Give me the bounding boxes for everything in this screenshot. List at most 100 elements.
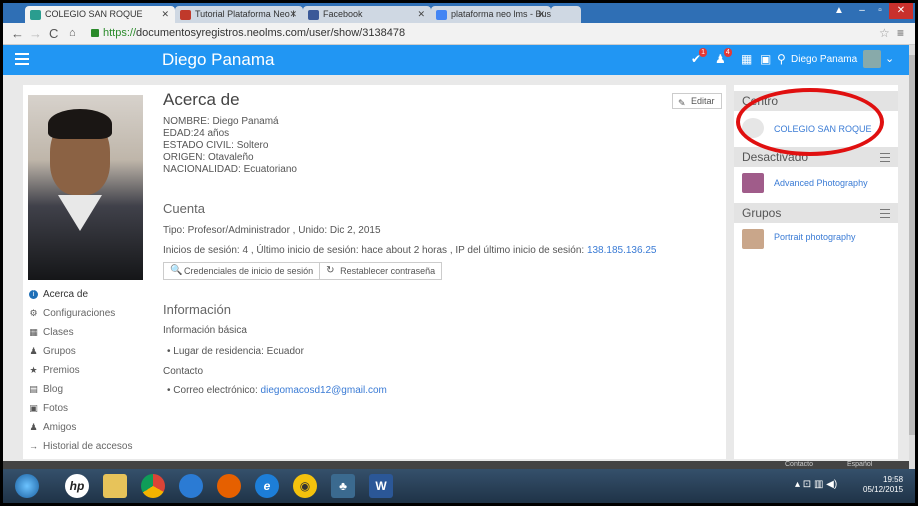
tray-icons[interactable]: ▴ ⊡ ▥ ◀) — [795, 479, 837, 490]
edit-button[interactable]: ✎ Editar — [672, 93, 722, 109]
media-player-icon[interactable]: ◉ — [293, 474, 317, 498]
footer-language[interactable]: Español — [847, 461, 872, 469]
edit-label: Editar — [691, 96, 715, 106]
clock-time: 19:58 — [883, 475, 904, 484]
reload-icon[interactable]: C — [49, 26, 58, 41]
browser-tab-tutorial[interactable]: Tutorial Plataforma Neo I ✕ — [175, 6, 303, 23]
sidebar-item-blog[interactable]: ▤ Blog — [23, 380, 148, 399]
sidebar-item-label: Historial de accesos — [43, 441, 133, 452]
arrow-right-icon: → — [29, 441, 38, 451]
refresh-icon: ↻ — [326, 265, 335, 276]
vertical-scrollbar[interactable] — [909, 45, 915, 469]
browser-menu-icon[interactable]: ≡ — [897, 26, 904, 40]
maximize-icon[interactable]: ▫ — [871, 3, 889, 19]
key-icon: 🔍 — [170, 265, 183, 276]
sidebar-item-clases[interactable]: ▦ Clases — [23, 323, 148, 342]
inicios-text: Inicios de sesión: 4 , Último inicio de … — [163, 245, 587, 256]
minimize-icon[interactable]: – — [853, 3, 871, 19]
tasks-icon[interactable]: ✔ 1 — [691, 48, 708, 66]
field-origen: ORIGEN: Otavaleño — [163, 152, 254, 163]
internet-explorer-icon[interactable]: e — [255, 474, 279, 498]
field-nombre: NOMBRE: Diego Panamá — [163, 116, 279, 127]
media-icon[interactable] — [179, 474, 203, 498]
close-tab-icon[interactable]: ✕ — [289, 9, 297, 20]
system-clock[interactable]: 19:58 05/12/2015 — [863, 475, 903, 495]
field-residencia: • Lugar de residencia: Ecuador — [167, 346, 304, 357]
close-tab-icon[interactable]: ✕ — [417, 9, 425, 20]
sidebar-item-configuraciones[interactable]: ⚙ Configuraciones — [23, 304, 148, 323]
user-icon[interactable]: ▲ — [829, 3, 849, 19]
gear-icon: ⚙ — [29, 308, 38, 318]
word-icon[interactable]: W — [369, 474, 393, 498]
group-link[interactable]: Portrait photography — [774, 232, 856, 242]
section-menu-icon[interactable] — [880, 153, 890, 165]
home-icon[interactable]: ⌂ — [69, 27, 76, 39]
close-tab-icon[interactable]: ✕ — [537, 9, 545, 20]
browser-tab-search[interactable]: plataforma neo lms - Bus ✕ — [431, 6, 551, 23]
credentials-label: Credenciales de inicio de sesión — [184, 266, 314, 276]
sidebar-item-premios[interactable]: ★ Premios — [23, 361, 148, 380]
youtube-favicon-icon — [180, 10, 191, 20]
start-button[interactable] — [15, 474, 39, 498]
window-close-icon[interactable]: ✕ — [889, 3, 913, 19]
groups-icon: ♟ — [29, 346, 38, 356]
file-explorer-icon[interactable] — [103, 474, 127, 498]
sidebar-item-label: Grupos — [43, 346, 76, 357]
url-field[interactable]: https://documentosyregistros.neolms.com/… — [103, 27, 405, 39]
chrome-icon[interactable] — [141, 474, 165, 498]
group-thumbnail — [742, 229, 764, 249]
course-link[interactable]: Advanced Photography — [774, 178, 868, 188]
section-menu-icon[interactable] — [880, 209, 890, 221]
email-link[interactable]: diegomacosd12@gmail.com — [261, 385, 387, 396]
user-menu-name[interactable]: Diego Panama — [791, 54, 857, 65]
firefox-icon[interactable] — [217, 474, 241, 498]
blog-icon: ▤ — [29, 384, 38, 394]
profile-menu: i Acerca de ⚙ Configuraciones ▦ Clases ♟… — [23, 285, 148, 456]
notification-badge: 1 — [699, 48, 708, 57]
help-icon[interactable]: ▣ — [760, 52, 771, 66]
back-icon[interactable]: ← — [11, 26, 24, 41]
calendar-icon[interactable]: ▦ — [741, 52, 752, 66]
sidebar-item-amigos[interactable]: ♟ Amigos — [23, 418, 148, 437]
footer-contacto[interactable]: Contacto — [785, 461, 813, 469]
grupos-title: Grupos — [742, 206, 782, 220]
windows-taskbar: hp e ◉ ♣ W ▴ ⊡ ▥ ◀) 19:58 05/12/2015 — [3, 469, 915, 503]
sidebar-item-historial[interactable]: → Historial de accesos — [23, 437, 148, 456]
scrollbar-thumb[interactable] — [909, 55, 915, 435]
school-logo-icon — [742, 118, 764, 138]
friends-requests-icon[interactable]: ♟ 4 — [715, 48, 732, 66]
sidebar-item-label: Configuraciones — [43, 308, 116, 319]
hp-icon[interactable]: hp — [65, 474, 89, 498]
sidebar-item-label: Acerca de — [43, 289, 89, 300]
network-app-icon[interactable]: ♣ — [331, 474, 355, 498]
bookmark-star-icon[interactable]: ☆ — [879, 26, 890, 40]
photo-icon: ▣ — [29, 403, 38, 413]
profile-main-panel: Acerca de ✎ Editar NOMBRE: Diego Panamá … — [148, 85, 726, 459]
field-nacionalidad: NACIONALIDAD: Ecuatoriano — [163, 164, 297, 175]
search-icon[interactable]: ⚲ — [777, 52, 786, 66]
browser-tab-colegio[interactable]: COLEGIO SAN ROQUE ✕ — [25, 6, 175, 23]
correo-label: Correo electrónico: — [173, 385, 261, 396]
classes-icon: ▦ — [29, 327, 38, 337]
sidebar-item-acerca-de[interactable]: i Acerca de — [23, 285, 148, 304]
chevron-down-icon[interactable]: ⌄ — [885, 52, 894, 65]
close-tab-icon[interactable]: ✕ — [161, 9, 169, 20]
browser-tab-facebook[interactable]: Facebook ✕ — [303, 6, 431, 23]
user-avatar[interactable] — [863, 50, 881, 68]
hamburger-menu-icon[interactable] — [15, 53, 29, 68]
centro-link[interactable]: COLEGIO SAN ROQUE — [774, 124, 872, 134]
credentials-button[interactable]: 🔍 Credenciales de inicio de sesión — [164, 263, 319, 279]
ip-link[interactable]: 138.185.136.25 — [587, 245, 657, 256]
desactivado-title: Desactivado — [742, 150, 809, 164]
sidebar-item-fotos[interactable]: ▣ Fotos — [23, 399, 148, 418]
field-tipo: Tipo: Profesor/Administrador , Unido: Di… — [163, 225, 381, 236]
reset-password-button[interactable]: ↻ Restablecer contraseña — [319, 263, 441, 279]
forward-icon[interactable]: → — [29, 26, 42, 41]
sidebar-item-grupos[interactable]: ♟ Grupos — [23, 342, 148, 361]
tab-label: Tutorial Plataforma Neo I — [195, 9, 295, 19]
reset-password-label: Restablecer contraseña — [340, 266, 436, 276]
pencil-icon: ✎ — [678, 98, 686, 108]
page-footer: Contacto Español — [3, 461, 911, 469]
address-bar: ← → C ⌂ https://documentosyregistros.neo… — [3, 23, 915, 45]
new-tab-button[interactable] — [551, 6, 581, 23]
